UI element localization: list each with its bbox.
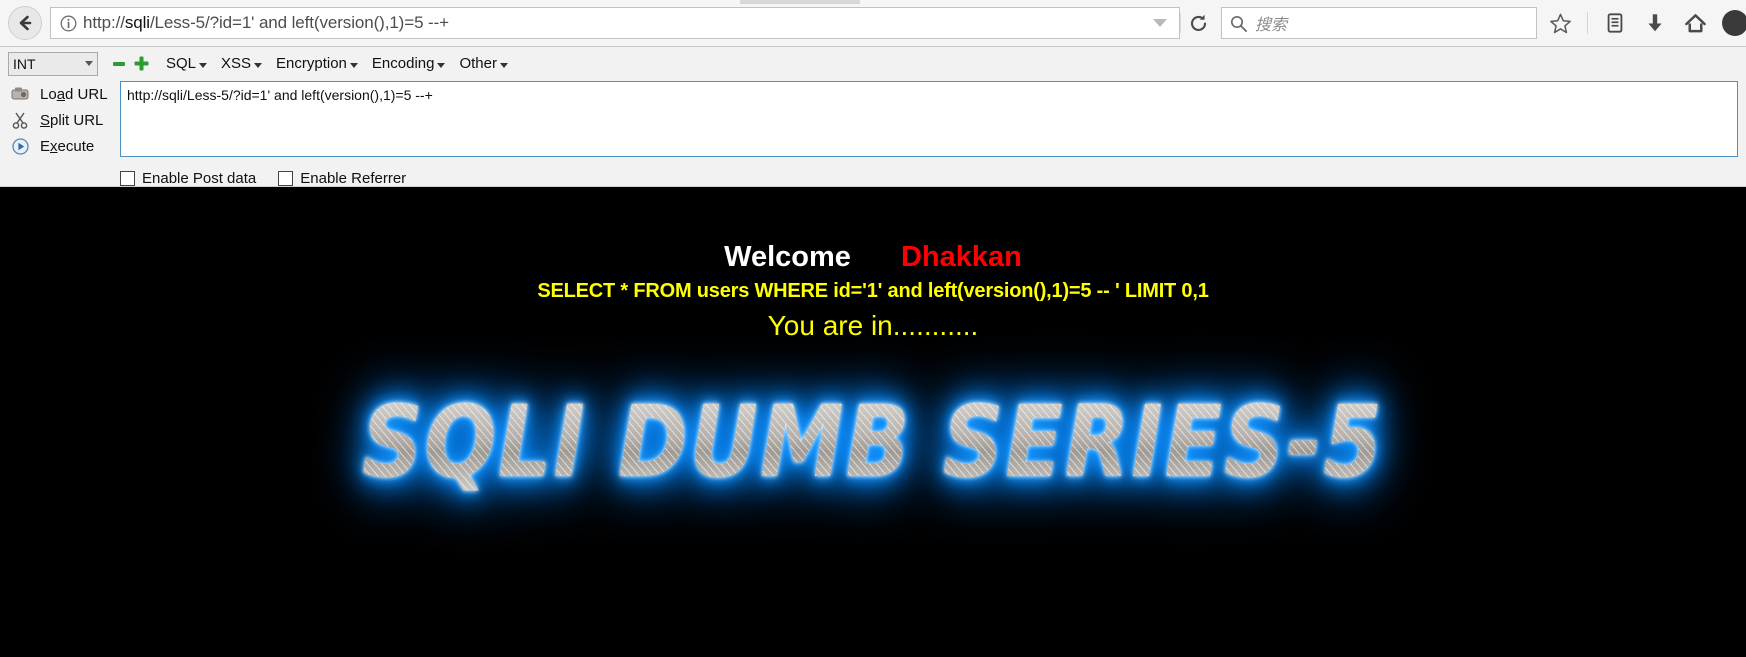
toolbar-icon-group [1547, 10, 1746, 36]
request-textarea[interactable] [120, 81, 1738, 157]
split-url-icon [8, 112, 32, 129]
hackbar-panel: INT SQL XSS Encryption Encoding Other Lo… [0, 47, 1746, 187]
enable-post-data-checkbox[interactable]: Enable Post data [120, 170, 256, 187]
back-arrow-icon [19, 15, 32, 31]
chevron-down-icon [85, 61, 93, 66]
split-url-label: Split URL [40, 111, 104, 129]
hackbar-body: Load URL Split URL Execute http://sqli/L… [0, 77, 1746, 187]
menu-encoding[interactable]: Encoding [372, 55, 446, 72]
sql-query-text: SELECT * FROM users WHERE id='1' and lef… [537, 280, 1209, 303]
menu-encryption[interactable]: Encryption [276, 55, 358, 72]
execute-icon [8, 137, 32, 155]
url-bar[interactable]: http://sqli/Less-5/?id=1' and left(versi… [50, 7, 1180, 39]
welcome-heading: Welcome Dhakkan [0, 187, 1746, 272]
enable-referrer-label: Enable Referrer [300, 170, 407, 187]
menu-xss-label: XSS [221, 55, 252, 72]
add-parameter-button[interactable] [130, 53, 152, 75]
search-bar[interactable]: 搜索 [1221, 7, 1537, 39]
library-icon[interactable] [1602, 10, 1628, 36]
sqli-dumb-series-banner: SQLI DUMB SERIES-5 [362, 384, 1384, 501]
downloads-icon[interactable] [1642, 10, 1668, 36]
checkbox-box[interactable] [278, 171, 294, 186]
menu-other[interactable]: Other [459, 55, 508, 72]
hackbar-actions: Load URL Split URL Execute [8, 81, 120, 187]
menu-xss[interactable]: XSS [221, 55, 263, 72]
load-url-button[interactable]: Load URL [8, 81, 120, 107]
enable-post-data-label: Enable Post data [142, 170, 257, 187]
hackbar-type-select[interactable]: INT [8, 51, 98, 76]
page-info-icon[interactable] [59, 14, 77, 32]
menu-other-label: Other [459, 55, 497, 72]
checkbox-box[interactable] [120, 171, 135, 186]
menu-encoding-label: Encoding [371, 55, 435, 72]
welcome-text: Welcome [724, 241, 851, 273]
icon-divider [1587, 12, 1588, 34]
chevron-down-icon [254, 63, 263, 68]
reload-icon [1190, 14, 1206, 31]
account-icon[interactable] [1722, 10, 1746, 36]
execute-label: Execute [40, 137, 95, 155]
load-url-label: Load URL [40, 85, 108, 103]
split-url-button[interactable]: Split URL [8, 107, 120, 133]
hackbar-options: Enable Post data Enable Referrer [120, 170, 1738, 187]
status-text: You are in........... [767, 310, 979, 342]
url-history-dropdown[interactable] [1147, 8, 1173, 38]
execute-button[interactable]: Execute [8, 133, 120, 159]
welcome-username: Dhakkan [900, 241, 1022, 273]
menu-sql[interactable]: SQL [166, 55, 208, 72]
chevron-down-icon [437, 63, 446, 68]
hackbar-request-area: Enable Post data Enable Referrer [120, 81, 1738, 187]
chevron-down-icon [199, 63, 208, 68]
menu-sql-label: SQL [166, 55, 197, 72]
enable-referrer-checkbox[interactable]: Enable Referrer [278, 170, 406, 187]
tab-strip-stub [740, 0, 860, 4]
search-icon [1230, 15, 1247, 32]
url-text[interactable]: http://sqli/Less-5/?id=1' and left(versi… [83, 13, 1147, 33]
hackbar-type-value: INT [13, 55, 36, 72]
reload-button[interactable] [1181, 7, 1215, 39]
plus-icon [134, 56, 148, 71]
minus-icon [113, 61, 125, 66]
menu-encryption-label: Encryption [276, 55, 347, 72]
back-button[interactable] [8, 6, 42, 40]
page-content: Welcome Dhakkan SELECT * FROM users WHER… [0, 187, 1746, 657]
bookmark-star-icon[interactable] [1547, 10, 1573, 36]
load-url-icon [8, 86, 32, 102]
search-placeholder: 搜索 [1255, 17, 1288, 34]
remove-parameter-button[interactable] [108, 53, 130, 75]
chevron-down-icon [1153, 19, 1167, 27]
banner-container: SQLI DUMB SERIES-5 [0, 392, 1746, 492]
hackbar-menu-row: INT SQL XSS Encryption Encoding Other [0, 47, 1746, 77]
browser-toolbar: http://sqli/Less-5/?id=1' and left(versi… [0, 0, 1746, 47]
home-icon[interactable] [1682, 10, 1708, 36]
chevron-down-icon [499, 63, 508, 68]
chevron-down-icon [349, 63, 358, 68]
